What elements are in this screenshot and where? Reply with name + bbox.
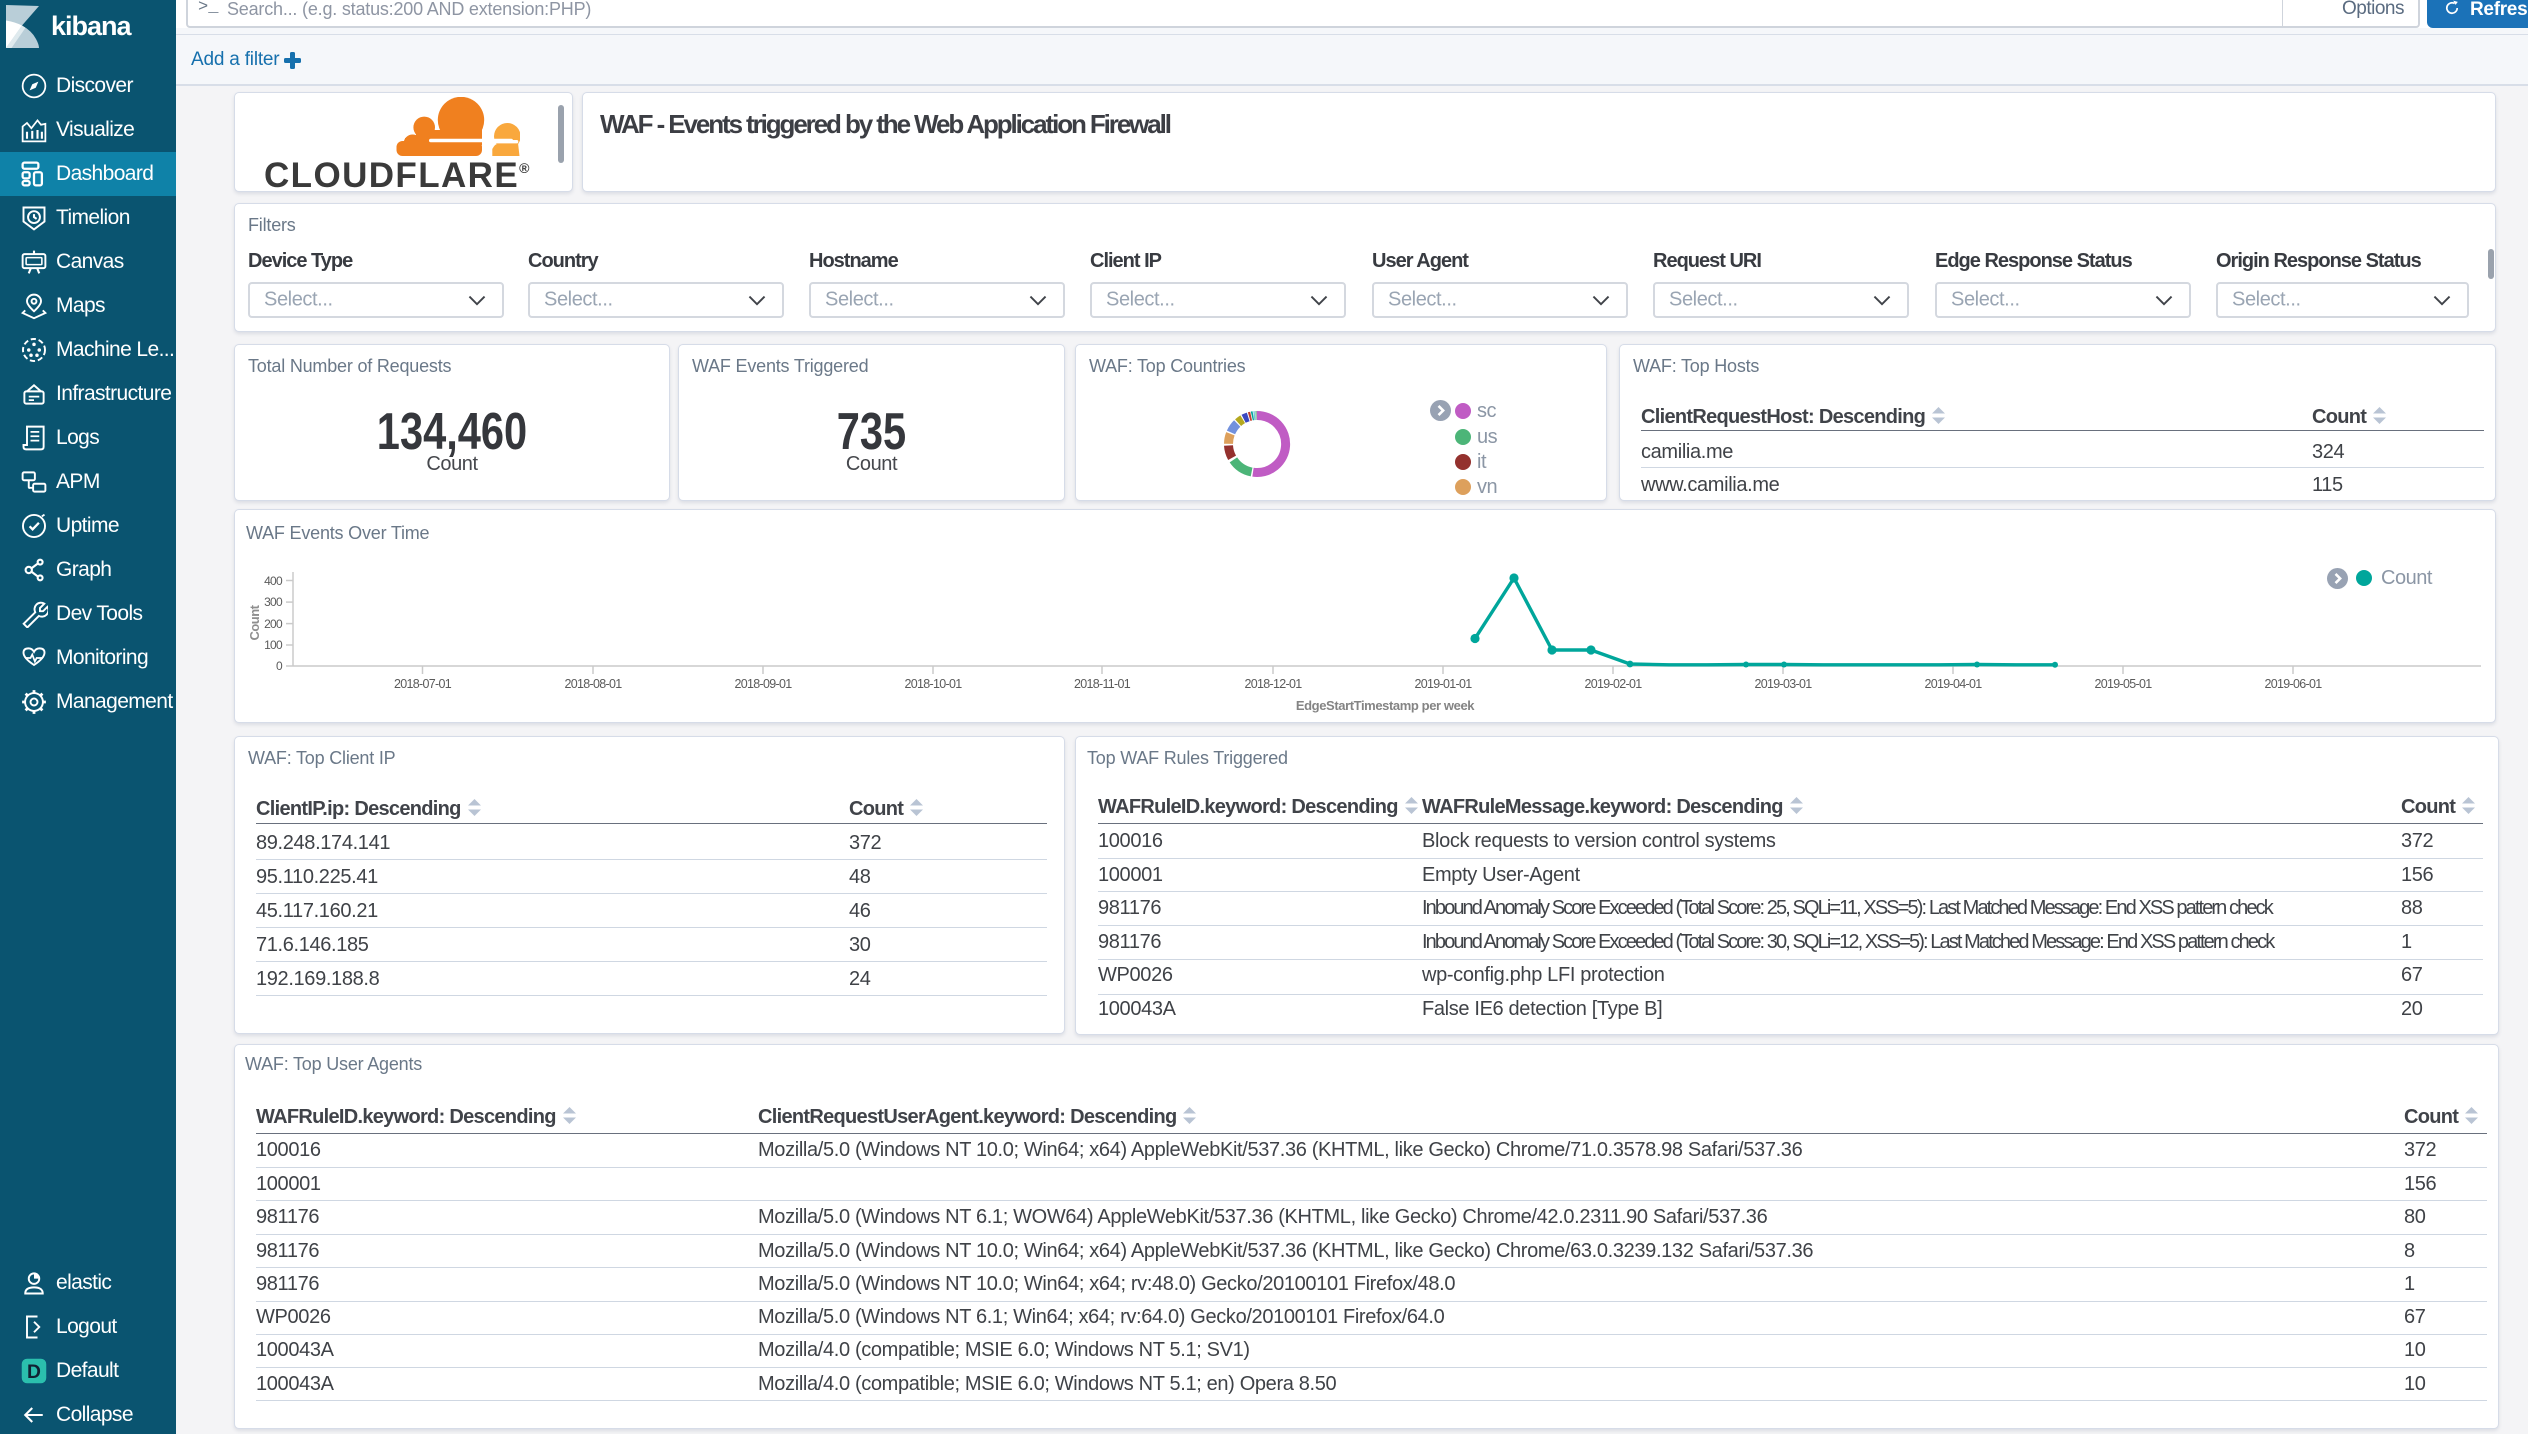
svg-text:2018-11-01: 2018-11-01	[1074, 677, 1131, 691]
svg-text:2019-02-01: 2019-02-01	[1585, 677, 1643, 691]
svg-text:EdgeStartTimestamp per week: EdgeStartTimestamp per week	[1296, 698, 1475, 713]
svg-text:200: 200	[264, 617, 283, 631]
svg-text:2019-03-01: 2019-03-01	[1755, 677, 1813, 691]
svg-text:300: 300	[264, 595, 283, 609]
svg-text:2019-05-01: 2019-05-01	[2095, 677, 2153, 691]
svg-text:2019-04-01: 2019-04-01	[1925, 677, 1983, 691]
svg-text:2018-12-01: 2018-12-01	[1245, 677, 1303, 691]
svg-text:2019-06-01: 2019-06-01	[2265, 677, 2323, 691]
svg-text:Count: Count	[247, 604, 262, 640]
svg-text:2018-09-01: 2018-09-01	[735, 677, 793, 691]
svg-text:400: 400	[264, 574, 283, 588]
svg-text:2018-10-01: 2018-10-01	[905, 677, 963, 691]
svg-text:2018-07-01: 2018-07-01	[394, 677, 452, 691]
svg-text:2018-08-01: 2018-08-01	[565, 677, 623, 691]
svg-text:100: 100	[264, 638, 283, 652]
svg-text:D: D	[27, 1362, 41, 1383]
svg-text:2019-01-01: 2019-01-01	[1415, 677, 1473, 691]
svg-text:0: 0	[276, 659, 283, 673]
